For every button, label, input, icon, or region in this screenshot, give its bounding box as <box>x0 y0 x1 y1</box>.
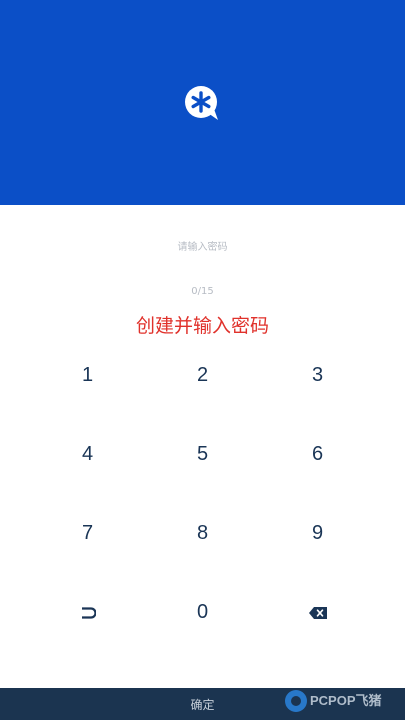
header-banner <box>0 0 405 205</box>
return-arrow-icon <box>80 606 96 619</box>
backspace-key[interactable] <box>250 573 385 652</box>
backspace-icon <box>308 606 327 619</box>
asterisk-chat-bubble-icon <box>184 85 220 121</box>
key-3[interactable]: 3 <box>250 336 385 415</box>
password-placeholder: 请输入密码 <box>177 242 228 253</box>
key-6[interactable]: 6 <box>250 415 385 494</box>
character-counter: 0/15 <box>191 286 214 297</box>
confirm-button[interactable]: 确定 <box>0 688 405 720</box>
confirm-label: 确定 <box>190 697 215 712</box>
numeric-keypad: 1 2 3 4 5 6 7 8 9 0 <box>0 336 405 652</box>
create-password-prompt: 创建并输入密码 <box>135 315 269 337</box>
key-9[interactable]: 9 <box>250 494 385 573</box>
